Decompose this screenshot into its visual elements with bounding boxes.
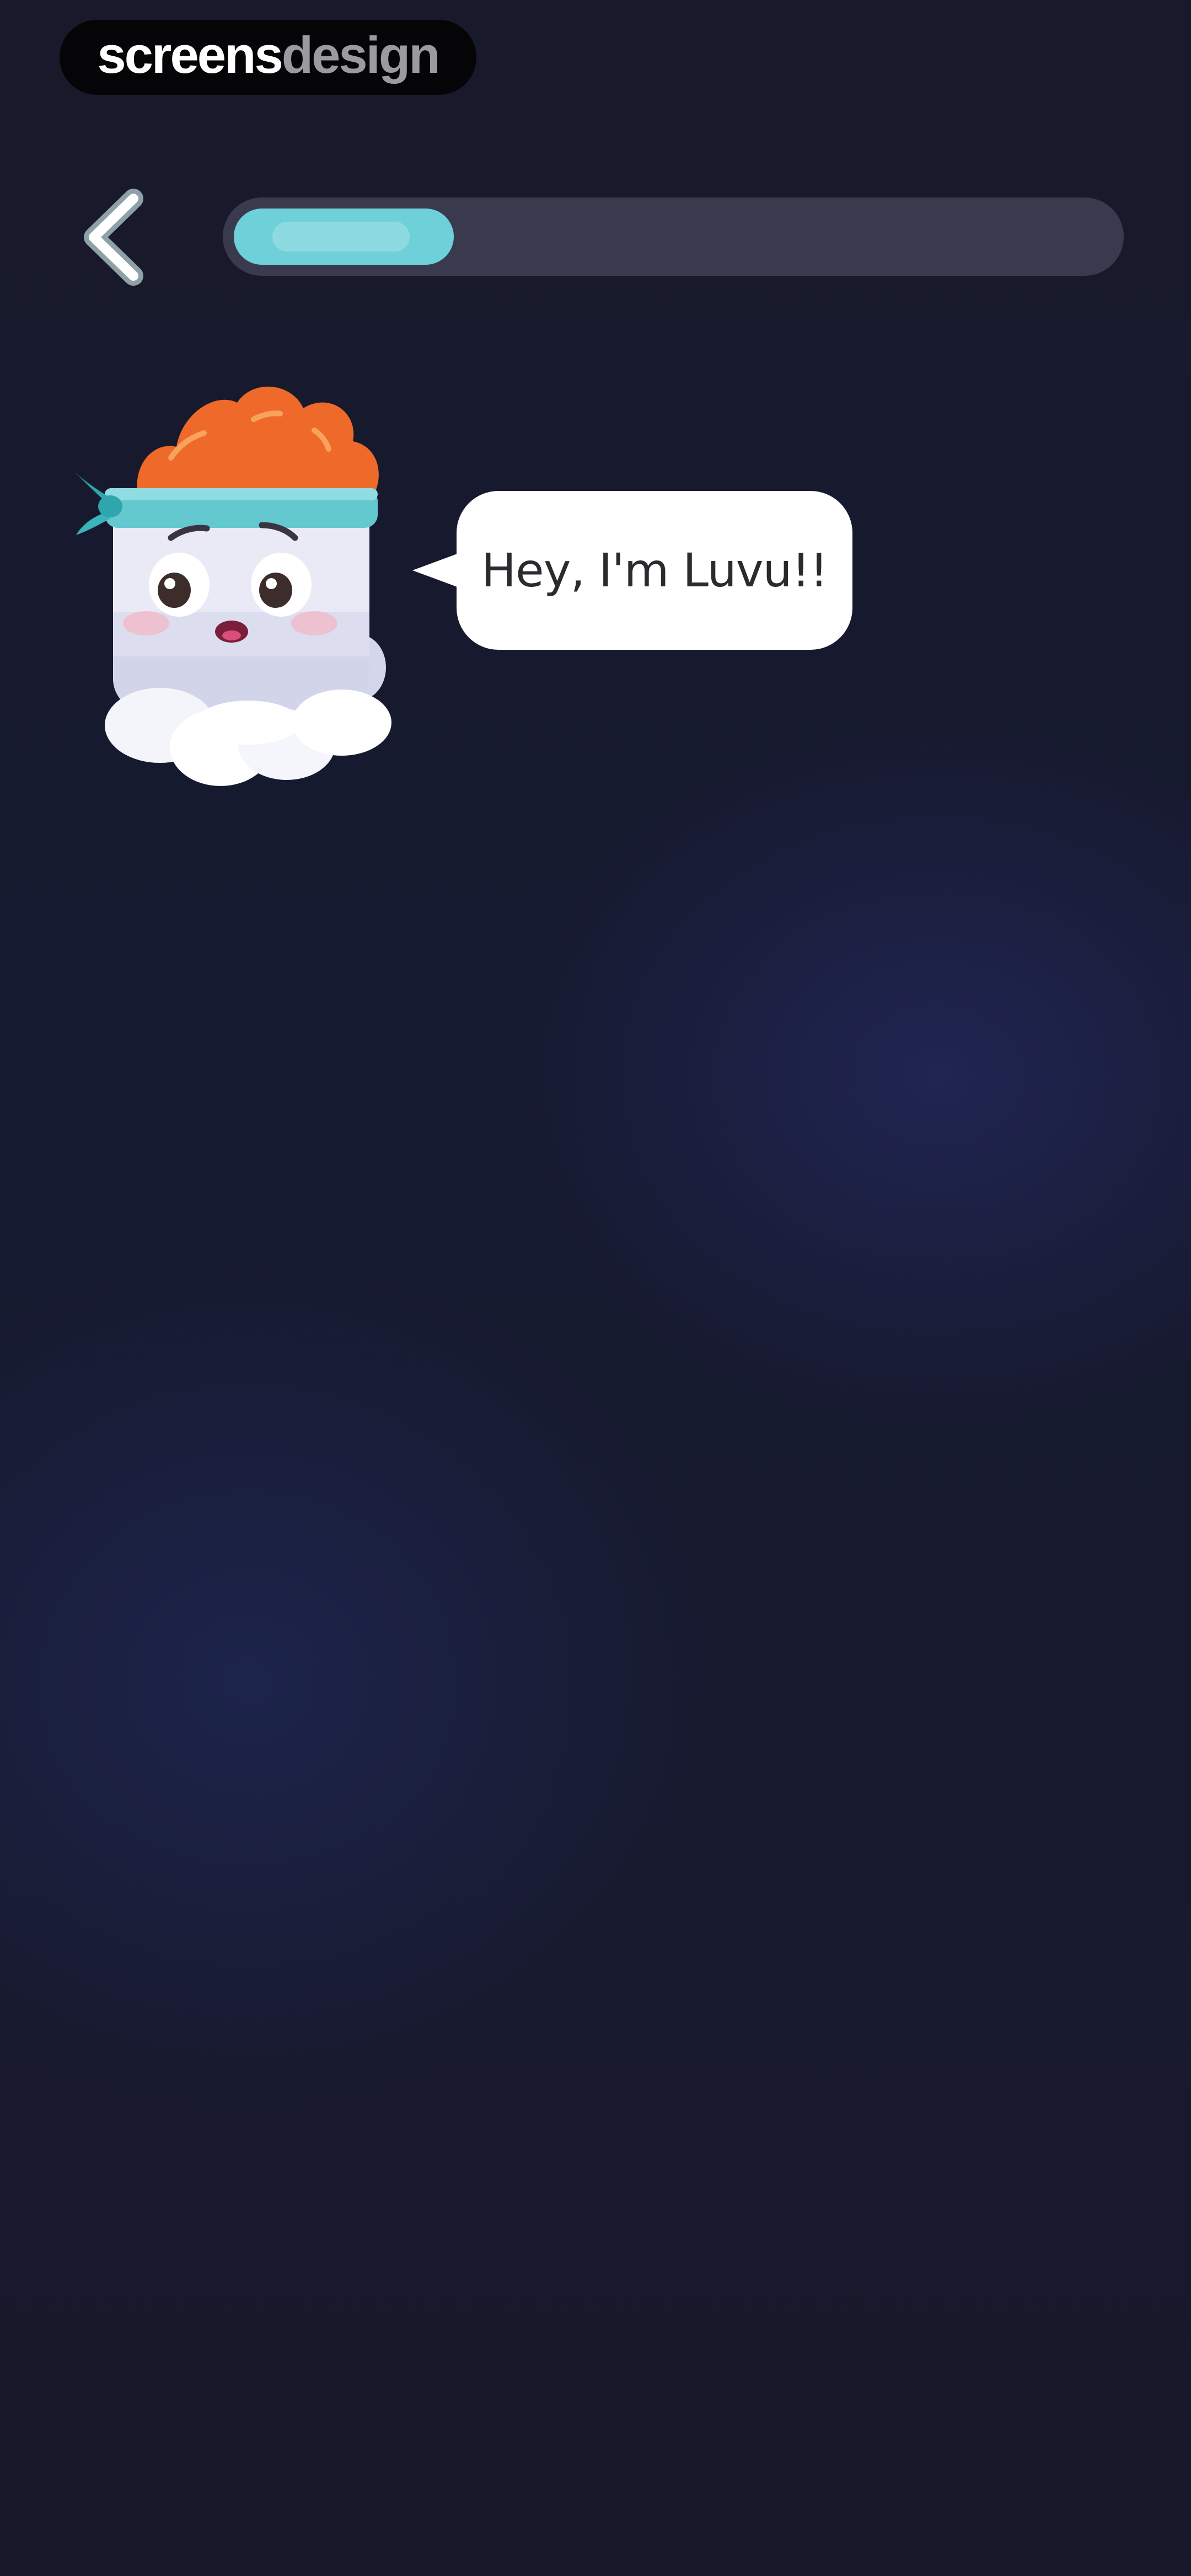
progress-fill (234, 209, 454, 265)
luvu-mascot (72, 381, 414, 800)
watermark-part-design: design (281, 26, 441, 84)
screensdesign-watermark: screensdesign (60, 20, 476, 95)
speech-text: Hey, I'm Luvu!! (481, 543, 828, 597)
speech-bubble: Hey, I'm Luvu!! (457, 491, 852, 650)
luvu-mascot-icon (74, 386, 391, 786)
chevron-left-icon (84, 189, 143, 286)
back-button[interactable] (72, 182, 160, 292)
watermark-part-screens: screens (97, 26, 283, 84)
watermark-text: screensdesign (97, 26, 441, 84)
speech-bubble-tail (412, 552, 463, 589)
progress-bar (223, 197, 1124, 276)
progress-fill-highlight (272, 222, 410, 252)
